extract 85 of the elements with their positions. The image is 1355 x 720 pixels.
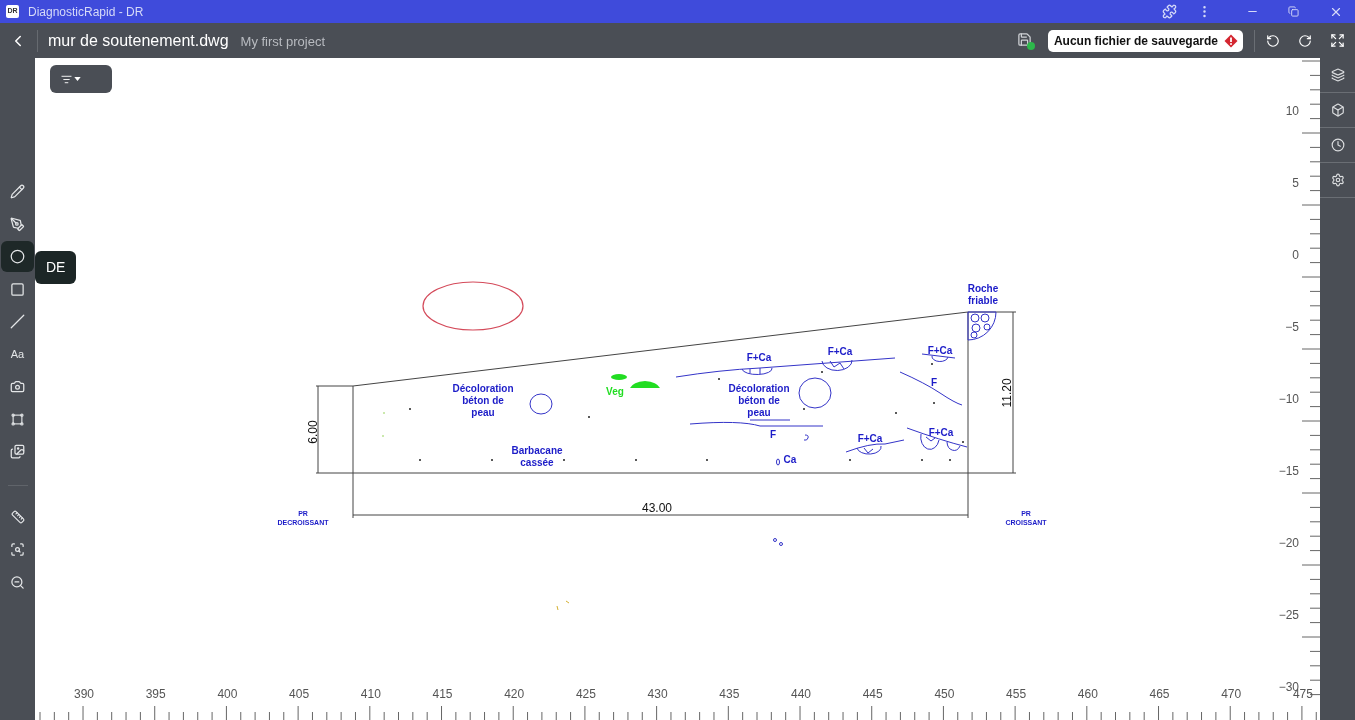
circle-mark <box>529 393 553 415</box>
zoom-out-icon <box>10 574 25 590</box>
crack-line <box>921 353 956 362</box>
annotation-label: Roche friable <box>967 283 999 306</box>
alert-icon <box>1224 33 1238 48</box>
line-icon <box>10 314 25 329</box>
fullscreen-icon[interactable] <box>1330 33 1345 48</box>
cube-icon <box>1330 103 1345 117</box>
tooltip: DE <box>35 251 77 284</box>
images-icon <box>10 444 25 459</box>
ruler-icon <box>10 510 25 524</box>
ruler-label: −10 <box>1278 392 1299 406</box>
ruler-label: 415 <box>432 687 453 701</box>
project-name: My first project <box>240 32 326 51</box>
filter-button[interactable] <box>50 65 112 93</box>
save-status-icon[interactable] <box>1016 31 1035 50</box>
annotation-label: Décoloration béton de peau <box>452 383 514 418</box>
vegetation-mark <box>611 374 627 380</box>
extensions-icon[interactable] <box>1162 4 1177 19</box>
ruler-label: 395 <box>145 687 166 701</box>
ruler-label: 465 <box>1149 687 1170 701</box>
annotation-label: Décoloration béton de peau <box>728 383 790 418</box>
annotation-label: Veg <box>606 386 624 397</box>
ruler-label: −15 <box>1278 464 1299 478</box>
restore-icon[interactable] <box>1288 6 1299 17</box>
ruler-label: 470 <box>1221 687 1242 701</box>
square-icon <box>10 281 25 297</box>
filter-icon <box>61 73 72 85</box>
ruler-label: 420 <box>504 687 525 701</box>
dimension-label: 6.00 <box>306 420 320 444</box>
ruler-label: 455 <box>1006 687 1027 701</box>
layers-icon <box>1330 68 1345 82</box>
ruler-label: 440 <box>791 687 811 701</box>
annotation-label: Barbacane cassée <box>511 445 563 468</box>
ruler-label: −5 <box>1285 320 1299 334</box>
ruler-label: 410 <box>360 687 381 701</box>
annotation-label: F+Ca <box>827 346 853 357</box>
caret-icon <box>74 77 81 81</box>
ruler-label: 430 <box>647 687 668 701</box>
annotation-label: F <box>769 429 777 440</box>
ruler-label: 460 <box>1077 687 1098 701</box>
undo-icon[interactable] <box>1266 33 1280 48</box>
ruler-label: 425 <box>575 687 596 701</box>
ruler-label: 400 <box>217 687 238 701</box>
annotation-label: F+Ca <box>927 345 953 356</box>
ruler-label: 10 <box>1285 104 1299 118</box>
dimension-label: 43.00 <box>642 501 672 515</box>
camera-icon <box>10 379 25 394</box>
frame-icon <box>10 411 25 427</box>
circle-mark <box>798 377 832 409</box>
annotation-label: Ca <box>783 454 797 465</box>
ruler-label: 390 <box>74 687 94 701</box>
redo-icon[interactable] <box>1298 33 1312 48</box>
annotation-label: F <box>930 377 938 388</box>
ruler-label: 450 <box>934 687 955 701</box>
ruler-label: −25 <box>1278 608 1299 622</box>
ruler-label: 5 <box>1292 176 1299 190</box>
small-mark <box>776 458 780 466</box>
circle-icon <box>10 249 25 264</box>
ruler-label: 435 <box>719 687 740 701</box>
settings-icon <box>1330 173 1345 187</box>
pen-icon <box>10 216 25 232</box>
annotation-label: F+Ca <box>857 433 883 444</box>
ruler-label: 445 <box>862 687 883 701</box>
annotation-label: F+Ca <box>746 352 772 363</box>
vegetation-mark <box>630 381 660 388</box>
clock-icon <box>1330 138 1345 152</box>
crack-line <box>899 371 963 406</box>
ruler-label: 405 <box>289 687 310 701</box>
pencil-icon <box>10 184 25 199</box>
window-title: DiagnosticRapid - DR <box>28 3 144 21</box>
small-mark <box>556 600 570 611</box>
small-mark <box>773 538 783 546</box>
tool-button[interactable] <box>1 241 34 272</box>
dimension-label: 11.20 <box>1000 378 1014 408</box>
text-tool-button[interactable]: Aa <box>1 338 34 370</box>
document-title: mur de soutenement.dwg <box>48 30 229 51</box>
rock-hatch <box>967 311 997 341</box>
ruler-label: −20 <box>1278 536 1299 550</box>
save-status-button[interactable]: Aucun fichier de sauvegarde <box>1047 29 1243 52</box>
zoom-fit-icon <box>10 542 25 557</box>
underline <box>749 419 791 421</box>
ruler-label: 0 <box>1292 248 1299 262</box>
small-mark <box>803 434 809 441</box>
annotation-label: F+Ca <box>928 427 954 438</box>
